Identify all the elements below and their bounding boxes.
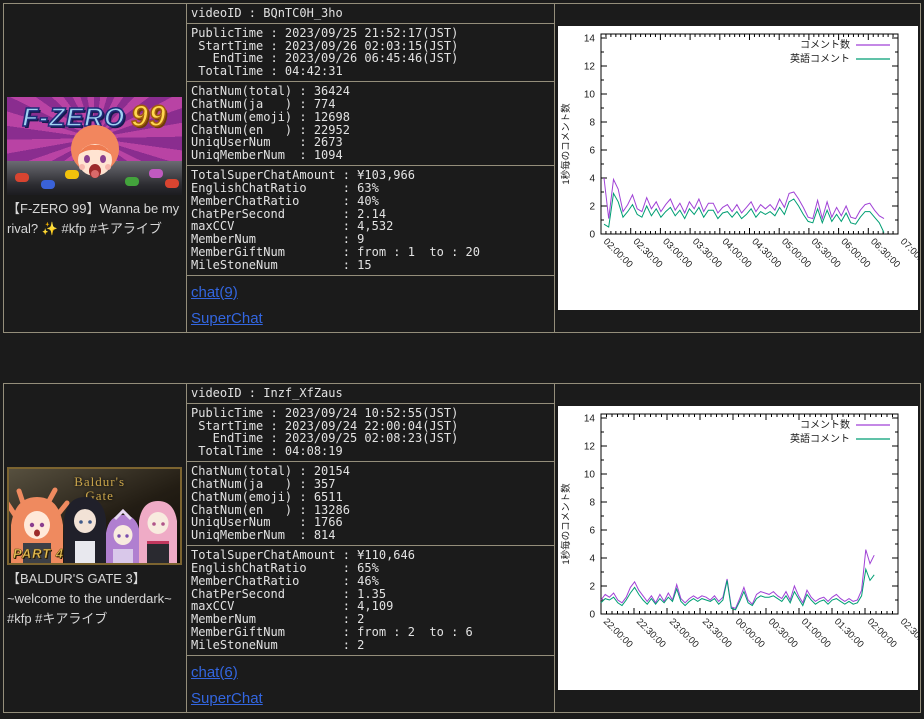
- character-face-art: [70, 124, 119, 178]
- superchat-stats-block: TotalSuperChatAmount : ¥110,646 EnglishC…: [187, 546, 554, 656]
- superchat-link[interactable]: SuperChat: [191, 690, 550, 707]
- links-block: chat(9) SuperChat playboard(other site): [187, 276, 554, 332]
- video-entry: Baldur's Gate PART 4 【BALDUR'S GATE 3】 ~…: [3, 383, 921, 713]
- comment-rate-chart: 1秒毎のコメント数0246810121402:00:0002:30:0003:0…: [557, 26, 918, 310]
- chat-counts-block: ChatNum(total) : 36424 ChatNum(ja ) : 77…: [187, 82, 554, 167]
- svg-text:14: 14: [583, 34, 595, 45]
- links-block: chat(6) SuperChat playboard(other site): [187, 656, 554, 712]
- fzero-logo-number: 99: [130, 99, 167, 134]
- comment-rate-chart: 1秒毎のコメント数0246810121422:00:00 22:30:00 23:0…: [557, 406, 918, 690]
- svg-text:2: 2: [589, 582, 595, 593]
- video-title: 【F-ZERO 99】Wanna be my rival? ✨ #kfp #キア…: [7, 200, 180, 236]
- car-icon: [149, 168, 163, 178]
- chart-cell: 1秒毎のコメント数 0 2 4 6 8 10 12 14 22:00:00 22:30:00 23:0…: [555, 384, 920, 712]
- part-label: PART 4: [13, 545, 65, 562]
- thumbnail-cell: F-ZERO 99 【F-ZERO 99】Wanna be my rival? …: [4, 4, 186, 332]
- video-thumbnail: Baldur's Gate PART 4: [7, 466, 182, 565]
- stats-cell: videoID : Inzf_XfZaus PublicTime : 2023/…: [186, 384, 555, 712]
- superchat-link[interactable]: SuperChat: [191, 310, 550, 327]
- chat-counts-block: ChatNum(total) : 20154 ChatNum(ja ) : 35…: [187, 462, 554, 547]
- svg-text:英語コメント: 英語コメント: [790, 432, 850, 445]
- svg-text:10: 10: [583, 470, 595, 481]
- car-icon: [125, 176, 139, 186]
- times-block: PublicTime : 2023/09/24 10:52:55(JST) St…: [187, 404, 554, 463]
- video-entry: F-ZERO 99 【F-ZERO 99】Wanna be my rival? …: [3, 3, 921, 333]
- svg-text:6: 6: [589, 526, 595, 537]
- svg-text:2: 2: [589, 202, 595, 213]
- video-id-block: videoID : BQnTC0H_3ho: [187, 4, 554, 24]
- svg-text:14: 14: [583, 414, 595, 425]
- svg-text:コメント数: コメント数: [800, 38, 850, 51]
- stream-stats-page: F-ZERO 99 【F-ZERO 99】Wanna be my rival? …: [0, 0, 924, 716]
- video-id-block: videoID : Inzf_XfZaus: [187, 384, 554, 404]
- svg-text:0: 0: [589, 610, 595, 621]
- svg-text:8: 8: [589, 498, 595, 509]
- stats-cell: videoID : BQnTC0H_3ho PublicTime : 2023/…: [186, 4, 555, 332]
- svg-text:英語コメント: 英語コメント: [790, 52, 850, 65]
- svg-text:0: 0: [589, 230, 595, 241]
- chat-link[interactable]: chat(9): [191, 284, 550, 301]
- car-icon: [165, 178, 179, 188]
- video-thumbnail: F-ZERO 99: [7, 96, 182, 195]
- svg-text:4: 4: [589, 174, 595, 185]
- chat-link[interactable]: chat(6): [191, 664, 550, 681]
- svg-text:12: 12: [583, 62, 595, 73]
- car-icon: [41, 179, 55, 189]
- svg-text:1秒毎のコメント数: 1秒毎のコメント数: [560, 103, 572, 185]
- svg-text:12: 12: [583, 442, 595, 453]
- svg-text:4: 4: [589, 554, 595, 565]
- times-block: PublicTime : 2023/09/25 21:52:17(JST) St…: [187, 24, 554, 83]
- video-title: 【BALDUR'S GATE 3】 ~welcome to the underd…: [7, 570, 172, 627]
- svg-text:8: 8: [589, 118, 595, 129]
- svg-text:10: 10: [583, 90, 595, 101]
- car-icon: [15, 172, 29, 182]
- chart-cell: 1秒毎のコメント数 0 2 4 6 8 10 12 14 02:00:00 02:30:00 03:0…: [555, 4, 920, 332]
- superchat-stats-block: TotalSuperChatAmount : ¥103,966 EnglishC…: [187, 166, 554, 276]
- thumbnail-cell: Baldur's Gate PART 4 【BALDUR'S GATE 3】 ~…: [4, 384, 186, 712]
- svg-text:1秒毎のコメント数: 1秒毎のコメント数: [560, 483, 572, 565]
- svg-text:6: 6: [589, 146, 595, 157]
- svg-text:コメント数: コメント数: [800, 418, 850, 431]
